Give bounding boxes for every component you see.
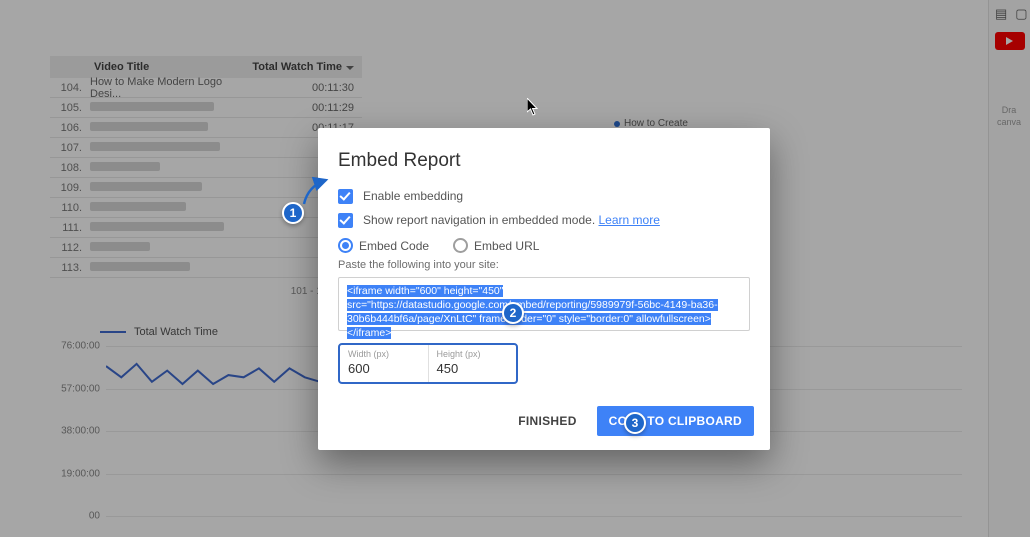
pagination-text: 101 - 196 / 196: [50, 278, 362, 297]
legend-line-icon: [100, 331, 126, 333]
annotation-badge-2: 2: [502, 302, 524, 324]
height-input[interactable]: 450: [437, 361, 509, 376]
learn-more-link[interactable]: Learn more: [599, 213, 660, 227]
show-navigation-checkbox[interactable]: [338, 213, 353, 228]
youtube-icon: [995, 32, 1025, 50]
drag-hint: Dra canva: [992, 104, 1026, 128]
sort-desc-icon: [346, 66, 354, 70]
annotation-badge-1: 1: [282, 202, 304, 224]
show-navigation-label: Show report navigation in embedded mode.: [363, 213, 595, 227]
radio-on-icon: [338, 238, 353, 253]
embed-url-radio[interactable]: Embed URL: [453, 238, 539, 253]
radio-off-icon: [453, 238, 468, 253]
embed-code-radio[interactable]: Embed Code: [338, 238, 429, 253]
finished-button[interactable]: FINISHED: [508, 406, 586, 436]
width-label: Width (px): [348, 349, 420, 359]
table-row[interactable]: 112.: [50, 238, 362, 258]
list-icon: ▤: [995, 6, 1007, 22]
annotation-arrow-icon: [298, 174, 332, 208]
mouse-cursor-icon: [527, 98, 539, 121]
height-label: Height (px): [437, 349, 509, 359]
enable-embedding-label: Enable embedding: [363, 188, 463, 204]
width-input[interactable]: 600: [348, 361, 420, 376]
legend-dot-icon: [614, 121, 620, 127]
table-row[interactable]: 107.: [50, 138, 362, 158]
col-video-title[interactable]: Video Title: [90, 61, 242, 73]
table-row[interactable]: 104.How to Make Modern Logo Desi...00:11…: [50, 78, 362, 98]
right-tool-rail: ▤ ▢ Dra canva: [988, 0, 1030, 537]
table-row[interactable]: 111.: [50, 218, 362, 238]
dimensions-group: Width (px) 600 Height (px) 450: [338, 343, 518, 384]
table-row[interactable]: 105.00:11:29: [50, 98, 362, 118]
paste-instruction: Paste the following into your site:: [338, 259, 750, 271]
dialog-title: Embed Report: [338, 150, 750, 172]
embed-code-textarea[interactable]: <iframe width="600" height="450" src="ht…: [338, 277, 750, 331]
enable-embedding-checkbox[interactable]: [338, 189, 353, 204]
embed-report-dialog: Embed Report Enable embedding Show repor…: [318, 128, 770, 450]
table-row[interactable]: 113.: [50, 258, 362, 278]
annotation-badge-3: 3: [624, 412, 646, 434]
copy-to-clipboard-button[interactable]: COPY TO CLIPBOARD: [597, 406, 754, 436]
table-row[interactable]: 106.00:11:17: [50, 118, 362, 138]
grid-icon: ▢: [1015, 6, 1027, 22]
col-watch-time[interactable]: Total Watch Time: [242, 61, 362, 73]
